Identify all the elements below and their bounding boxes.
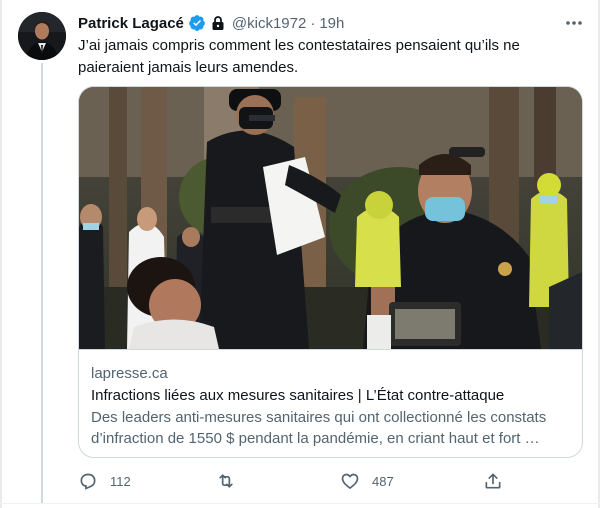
more-dots-icon — [566, 21, 582, 25]
like-count: 487 — [372, 473, 394, 489]
lock-icon — [212, 16, 224, 30]
reply-count: 112 — [110, 473, 131, 489]
card-domain: lapresse.ca — [91, 365, 168, 382]
retweet-icon — [219, 474, 233, 488]
card-image — [79, 87, 582, 349]
frame-left-border — [0, 0, 2, 508]
tweet-actions: 112 487 — [78, 470, 528, 492]
heart-icon — [341, 473, 359, 489]
avatar-photo — [18, 12, 66, 60]
card-title: Infractions liées aux mesures sanitaires… — [91, 387, 505, 404]
reply-icon — [80, 473, 96, 490]
tweet-header: Patrick Lagacé @kick1972 · 19h — [78, 12, 344, 34]
frame-bottom-border — [0, 503, 600, 504]
card-separator — [79, 349, 582, 350]
share-button[interactable] — [483, 470, 503, 492]
author-name[interactable]: Patrick Lagacé — [78, 15, 184, 32]
card-description: Des leaders anti-mesures sanitaires qui … — [91, 409, 547, 447]
share-icon — [485, 473, 501, 489]
link-card[interactable]: lapresse.ca Infractions liées aux mesure… — [78, 86, 583, 458]
thread-line — [41, 63, 43, 503]
header-separator: · — [310, 14, 316, 32]
author-handle[interactable]: @kick1972 — [232, 15, 306, 32]
avatar[interactable] — [18, 12, 66, 60]
tweet-text: J’ai jamais compris comment les contesta… — [78, 37, 520, 76]
retweet-button[interactable] — [215, 470, 249, 492]
like-button[interactable]: 487 — [340, 470, 394, 492]
more-options-button[interactable] — [560, 12, 588, 34]
reply-button[interactable]: 112 — [78, 470, 131, 492]
verified-badge-icon — [189, 15, 205, 31]
tweet-timestamp[interactable]: 19h — [319, 15, 344, 32]
